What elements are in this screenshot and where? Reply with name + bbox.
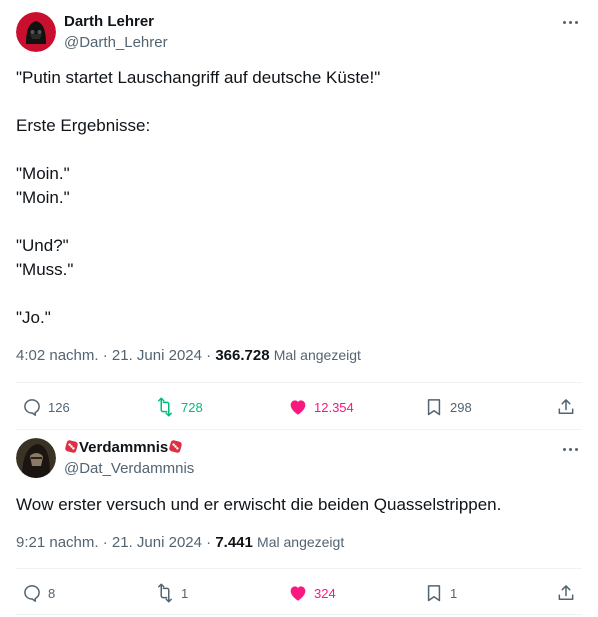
- post-line: "Putin startet Lauschangriff auf deutsch…: [16, 68, 381, 87]
- post-line: Erste Ergebnisse:: [16, 116, 151, 135]
- repost-icon: [158, 583, 172, 603]
- avatar[interactable]: [16, 438, 56, 478]
- meta-separator: ·: [206, 347, 212, 364]
- post-line: "Moin.": [16, 188, 70, 207]
- more-options-icon[interactable]: [561, 12, 581, 32]
- post-metadata: 4:02 nachm. · 21. Juni 2024 · 366.728 Ma…: [16, 347, 361, 364]
- meta-separator: ·: [206, 534, 212, 551]
- post-date[interactable]: 21. Juni 2024: [112, 534, 202, 551]
- divider: [16, 568, 582, 569]
- post-time[interactable]: 4:02 nachm.: [16, 347, 99, 364]
- hooded-figure-avatar-icon: [16, 438, 56, 478]
- heart-filled-icon: [290, 586, 306, 601]
- view-count: 366.728: [215, 347, 270, 364]
- share-icon: [558, 585, 574, 600]
- reply-post: Verdammnis @Dat_Verdammnis Wow erster ve…: [0, 430, 598, 617]
- repost-button[interactable]: 1: [155, 581, 188, 605]
- post-line: ​: [16, 282, 582, 306]
- red-die-icon: [169, 440, 182, 453]
- reply-icon: [24, 399, 40, 416]
- main-post: Darth Lehrer @Darth_Lehrer "Putin starte…: [0, 0, 598, 430]
- repost-count: 728: [181, 399, 203, 415]
- like-button[interactable]: 12.354: [288, 395, 354, 419]
- repost-count: 1: [181, 585, 189, 601]
- view-count: 7.441: [215, 534, 253, 551]
- reply-button[interactable]: 126: [22, 395, 70, 419]
- views-label: Mal angezeigt: [273, 347, 361, 363]
- bookmark-icon: [427, 399, 441, 416]
- post-line: ​: [16, 90, 582, 114]
- like-button[interactable]: 324: [288, 581, 336, 605]
- share-button[interactable]: [556, 581, 576, 605]
- avatar[interactable]: [16, 12, 56, 52]
- like-count: 12.354: [314, 399, 354, 415]
- bookmark-count: 1: [450, 585, 458, 601]
- repost-button[interactable]: 728: [155, 395, 203, 419]
- bookmark-icon: [427, 585, 441, 602]
- author-handle[interactable]: @Darth_Lehrer: [64, 34, 168, 51]
- bookmark-count: 298: [450, 399, 472, 415]
- post-date[interactable]: 21. Juni 2024: [112, 347, 202, 364]
- meta-separator: ·: [102, 534, 108, 551]
- post-line: ​: [16, 210, 582, 234]
- heart-filled-icon: [290, 400, 306, 415]
- reply-button[interactable]: 8: [22, 581, 55, 605]
- divider: [16, 382, 582, 383]
- author-name-text: Verdammnis: [79, 439, 169, 456]
- post-time[interactable]: 9:21 nachm.: [16, 534, 99, 551]
- reply-icon: [24, 585, 40, 602]
- author-name[interactable]: Darth Lehrer: [64, 13, 154, 30]
- post-line: ​: [16, 138, 582, 162]
- post-line: "Jo.": [16, 308, 51, 327]
- post-text: Wow erster versuch und er erwischt die b…: [16, 495, 502, 514]
- post-line: "Moin.": [16, 164, 70, 183]
- red-die-icon: [65, 440, 78, 453]
- post-line: "Und?": [16, 236, 69, 255]
- share-button[interactable]: [556, 395, 576, 419]
- author-name[interactable]: Verdammnis: [64, 439, 183, 456]
- post-line: "Muss.": [16, 260, 74, 279]
- repost-icon: [158, 397, 172, 417]
- bookmark-button[interactable]: 1: [424, 581, 457, 605]
- divider: [16, 614, 582, 615]
- post-metadata: 9:21 nachm. · 21. Juni 2024 · 7.441 Mal …: [16, 534, 344, 551]
- reply-count: 126: [48, 399, 70, 415]
- like-count: 324: [314, 585, 336, 601]
- bookmark-button[interactable]: 298: [424, 395, 472, 419]
- reply-count: 8: [48, 585, 56, 601]
- author-handle[interactable]: @Dat_Verdammnis: [64, 460, 194, 477]
- more-options-icon[interactable]: [561, 439, 581, 459]
- darth-helmet-avatar-icon: [16, 12, 56, 52]
- meta-separator: ·: [102, 347, 108, 364]
- post-text: "Putin startet Lauschangriff auf deutsch…: [16, 66, 582, 330]
- views-label: Mal angezeigt: [257, 534, 345, 550]
- share-icon: [558, 399, 574, 414]
